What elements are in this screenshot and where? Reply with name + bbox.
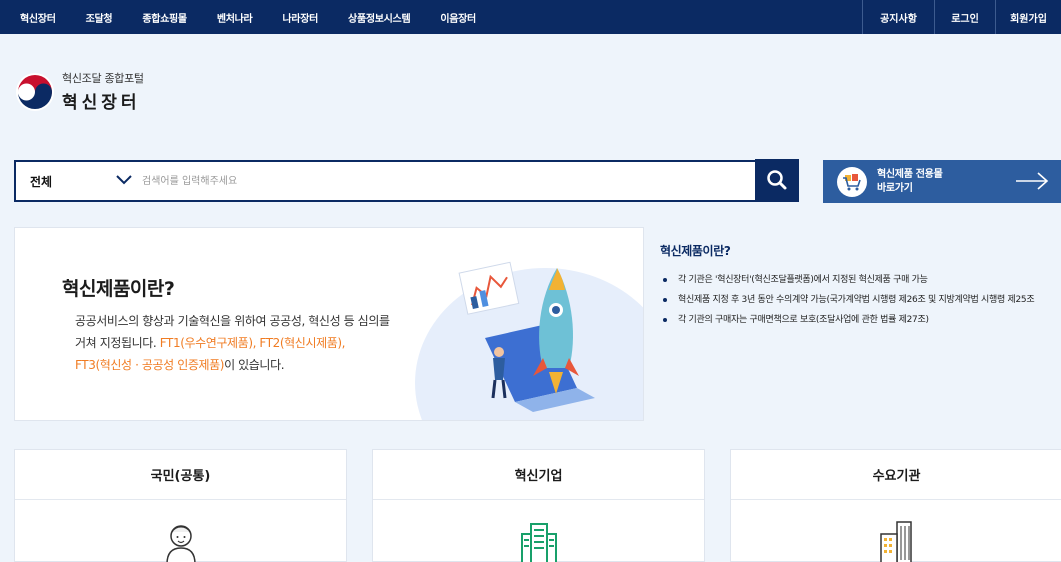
card-title-company: 혁신기업 [373, 450, 704, 500]
info-heading: 혁신제품이란? [660, 244, 731, 258]
shortcut-label-line1: 혁신제품 전용몰 [877, 168, 943, 180]
info-list-item: 각 기관은 '혁신장터'(혁신조달플랫폼)에서 지정된 혁신제품 구매 가능 [660, 271, 1060, 289]
arrow-right-icon [1016, 172, 1049, 190]
card-title-citizen: 국민(공통) [15, 450, 346, 500]
nav-link-venture[interactable]: 벤처나라 [217, 10, 253, 25]
innovation-mall-shortcut-button[interactable]: 혁신제품 전용몰 바로가기 [823, 160, 1061, 203]
innovation-product-intro-card: 혁신제품이란? 공공서비스의 향상과 기술혁신을 위하여 공공성, 혁신성 등 … [14, 227, 644, 421]
info-list-item: 혁신제품 지정 후 3년 동안 수의계약 가능(국가계약법 시행령 제26조 및… [660, 291, 1060, 309]
search-category-value: 전체 [30, 174, 53, 189]
person-icon [165, 525, 196, 562]
info-list: 각 기관은 '혁신장터'(혁신조달플랫폼)에서 지정된 혁신제품 구매 가능 혁… [660, 271, 1060, 329]
nav-link-hyeoksin[interactable]: 혁신장터 [20, 10, 56, 25]
shortcut-label: 혁신제품 전용몰 바로가기 [877, 168, 943, 196]
logo-title: 혁신장터 [62, 93, 141, 113]
logo-text: 혁신조달 종합포털 혁신장터 [62, 70, 144, 113]
intro-line2a: 거쳐 지정됩니다. [75, 336, 160, 350]
logo-subtitle: 혁신조달 종합포털 [62, 72, 144, 85]
info-list-item: 각 기관의 구매자는 구매면책으로 보호(조달사업에 관한 법률 제27조) [660, 311, 1060, 329]
nav-link-narajangter[interactable]: 나라장터 [282, 10, 318, 25]
nav-left: 혁신장터 조달청 종합쇼핑몰 벤처나라 나라장터 상품정보시스템 이음장터 [0, 0, 506, 34]
nav-link-shopping-mall[interactable]: 종합쇼핑몰 [142, 10, 187, 25]
nav-link-ieum[interactable]: 이음장터 [440, 10, 476, 25]
search-button[interactable] [755, 159, 799, 201]
notice-link[interactable]: 공지사항 [862, 0, 934, 34]
intro-heading: 혁신제품이란? [62, 278, 175, 300]
login-link[interactable]: 로그인 [934, 0, 995, 34]
intro-line3b: 이 있습니다. [224, 358, 285, 372]
category-card-citizen[interactable]: 국민(공통) [14, 449, 347, 562]
nav-link-jodal[interactable]: 조달청 [86, 10, 113, 25]
intro-line3-highlight: FT3(혁신성 · 공공성 인증제품) [75, 358, 225, 372]
card-title-agency: 수요기관 [731, 450, 1061, 500]
search-icon [767, 170, 787, 190]
top-navigation: 혁신장터 조달청 종합쇼핑몰 벤처나라 나라장터 상품정보시스템 이음장터 공지… [0, 0, 1061, 34]
intro-line1: 공공서비스의 향상과 기술혁신을 위하여 공공성, 혁신성 등 심의를 [75, 314, 390, 328]
shopping-cart-icon [837, 166, 867, 197]
signup-link[interactable]: 회원가입 [995, 0, 1061, 34]
chevron-down-icon [116, 175, 132, 185]
search-category-select[interactable]: 전체 [16, 162, 132, 200]
search-bar: 전체 [14, 159, 799, 202]
office-building-icon [879, 521, 912, 562]
search-input[interactable] [126, 162, 755, 200]
intro-line2-highlight: FT1(우수연구제품), FT2(혁신시제품), [159, 336, 346, 350]
site-logo[interactable]: 혁신조달 종합포털 혁신장터 [14, 70, 144, 113]
category-card-company[interactable]: 혁신기업 [372, 449, 705, 562]
nav-link-product-info[interactable]: 상품정보시스템 [348, 10, 411, 25]
nav-right: 공지사항 로그인 회원가입 [862, 0, 1061, 34]
intro-description: 공공서비스의 향상과 기술혁신을 위하여 공공성, 혁신성 등 심의를 거쳐 지… [75, 310, 475, 376]
rocket-laptop-illustration [458, 261, 595, 412]
innovation-product-info: 혁신제품이란? 각 기관은 '혁신장터'(혁신조달플랫폼)에서 지정된 혁신제품… [660, 242, 1060, 331]
taegeuk-emblem-icon [16, 72, 54, 111]
shortcut-label-line2: 바로가기 [877, 182, 913, 194]
building-icon [520, 523, 557, 562]
category-card-agency[interactable]: 수요기관 [730, 449, 1061, 562]
